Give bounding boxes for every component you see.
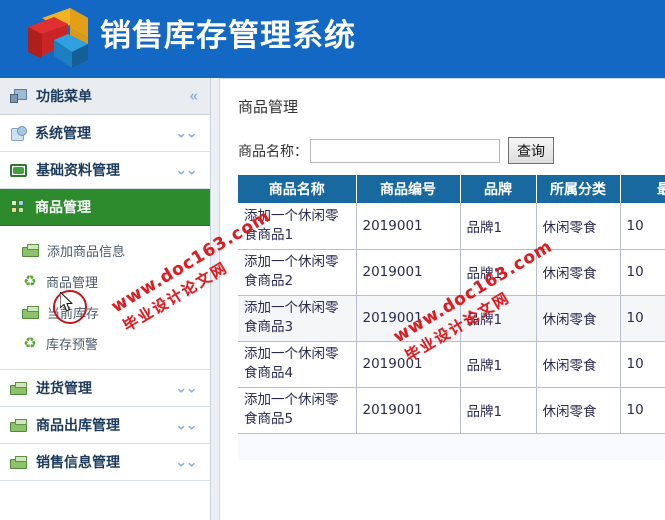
sidebar-item-label: 功能菜单 (36, 89, 92, 105)
chevron-down-icon[interactable]: ⌄⌄ (175, 418, 198, 433)
sidebar-item-purchase-management[interactable]: 进货管理 ⌄⌄ (0, 370, 210, 407)
cell-product-name: 添加一个休闲零食商品2 (238, 249, 357, 296)
table-row[interactable]: 添加一个休闲零食商品2 2019001 品牌1 休闲零食 10 (238, 249, 665, 296)
sidebar-item-label: 基础资料管理 (36, 163, 120, 179)
cell-product-code: 2019001 (356, 295, 461, 342)
sidebar-subitem-add-product[interactable]: 添加商品信息 (0, 235, 210, 266)
monitor-icon (10, 88, 27, 104)
chevron-down-icon[interactable]: ⌄⌄ (175, 163, 198, 178)
cell-product-name: 添加一个休闲零食商品5 (238, 387, 357, 434)
cell-product-category: 休闲零食 (536, 387, 621, 434)
cell-product-code: 2019001 (356, 203, 461, 250)
workspace: 功能菜单 « 系统管理 ⌄⌄ 基础资料管理 ⌄⌄ 商品管理 添加商品信息 ♻ 商… (0, 78, 665, 520)
sidebar-item-label: 进货管理 (36, 381, 92, 397)
cell-product-name: 添加一个休闲零食商品1 (238, 203, 357, 250)
table-row[interactable]: 添加一个休闲零食商品4 2019001 品牌1 休闲零食 10 (238, 341, 665, 388)
cell-product-brand: 品牌1 (460, 249, 537, 296)
sidebar-item-sales-info-management[interactable]: 销售信息管理 ⌄⌄ (0, 444, 210, 481)
column-header-category[interactable]: 所属分类 (536, 175, 621, 203)
cell-product-brand: 品牌1 (460, 341, 537, 388)
sidebar-item-label: 商品管理 (35, 200, 91, 216)
green-box-icon (10, 455, 27, 469)
chevron-down-icon[interactable]: ⌄⌄ (175, 455, 198, 470)
cell-product-brand: 品牌1 (460, 387, 537, 434)
cell-product-category: 休闲零食 (536, 249, 621, 296)
sidebar-subitem-stock-alert[interactable]: ♻ 库存预警 (0, 328, 210, 359)
cell-product-category: 休闲零食 (536, 295, 621, 342)
table-row[interactable]: 添加一个休闲零食商品5 2019001 品牌1 休闲零食 10 (238, 387, 665, 434)
table-footer (238, 433, 665, 460)
cell-product-extra: 10 (620, 295, 665, 342)
sidebar-item-outbound-management[interactable]: 商品出库管理 ⌄⌄ (0, 407, 210, 444)
table-header-row: 商品名称 商品编号 品牌 所属分类 最 (238, 175, 665, 203)
cell-product-category: 休闲零食 (536, 341, 621, 388)
cube-logo (28, 8, 88, 68)
cell-product-extra: 10 (620, 203, 665, 250)
cell-product-extra: 10 (620, 341, 665, 388)
sidebar: 功能菜单 « 系统管理 ⌄⌄ 基础资料管理 ⌄⌄ 商品管理 添加商品信息 ♻ 商… (0, 78, 211, 520)
cell-product-code: 2019001 (356, 249, 461, 296)
sidebar-item-label: 系统管理 (35, 126, 91, 142)
main-content-panel: 商品管理 商品名称： 查询 商品名称 商品编号 品牌 所属分类 添加一个休闲零食… (219, 78, 665, 520)
cell-product-brand: 品牌1 (460, 295, 537, 342)
sidebar-item-product-management[interactable]: 商品管理 (0, 189, 210, 226)
recycle-icon: ♻ (23, 273, 37, 290)
sidebar-item-function-menu[interactable]: 功能菜单 « (0, 78, 210, 115)
sidebar-item-system-management[interactable]: 系统管理 ⌄⌄ (0, 115, 210, 152)
column-header-brand[interactable]: 品牌 (460, 175, 537, 203)
green-bar-icon (10, 163, 27, 177)
green-box-icon (10, 418, 27, 432)
chevron-down-icon[interactable]: ⌄⌄ (175, 126, 198, 141)
page-title: 销售库存管理系统 (100, 18, 356, 54)
cylinder-icon (10, 125, 27, 141)
column-header-extra[interactable]: 最 (620, 175, 665, 203)
content-page-title: 商品管理 (238, 98, 299, 116)
cell-product-brand: 品牌1 (460, 203, 537, 250)
column-header-code[interactable]: 商品编号 (356, 175, 461, 203)
cell-product-code: 2019001 (356, 341, 461, 388)
search-label: 商品名称： (238, 143, 308, 160)
green-grid-icon (10, 199, 26, 215)
green-box-icon (22, 244, 39, 257)
table-row[interactable]: 添加一个休闲零食商品3 2019001 品牌1 休闲零食 10 (238, 295, 665, 342)
cell-product-category: 休闲零食 (536, 203, 621, 250)
product-table: 商品名称 商品编号 品牌 所属分类 最 添加一个休闲零食商品1 2019001 … (238, 175, 665, 434)
cell-product-name: 添加一个休闲零食商品3 (238, 295, 357, 342)
chevron-left-icon[interactable]: « (190, 89, 198, 104)
cell-product-extra: 10 (620, 387, 665, 434)
sidebar-subitem-label: 商品管理 (46, 276, 99, 291)
sidebar-subitem-current-stock[interactable]: 当前库存 (0, 297, 210, 328)
chevron-down-icon[interactable]: ⌄⌄ (175, 381, 198, 396)
green-box-icon (10, 381, 27, 395)
product-table-wrapper: 商品名称 商品编号 品牌 所属分类 最 添加一个休闲零食商品1 2019001 … (238, 175, 665, 460)
sidebar-subitem-label: 库存预警 (46, 338, 99, 353)
cell-product-extra: 10 (620, 249, 665, 296)
green-box-icon (22, 306, 39, 319)
sidebar-subitem-label: 添加商品信息 (47, 245, 126, 260)
search-input[interactable] (310, 138, 500, 163)
table-body: 添加一个休闲零食商品1 2019001 品牌1 休闲零食 10 添加一个休闲零食… (238, 203, 665, 434)
sidebar-submenu: 添加商品信息 ♻ 商品管理 当前库存 ♻ 库存预警 (0, 226, 210, 370)
recycle-icon: ♻ (23, 335, 37, 352)
search-bar: 商品名称： 查询 (220, 131, 665, 170)
app-header: 销售库存管理系统 (0, 0, 665, 78)
sidebar-item-label: 商品出库管理 (36, 418, 120, 434)
sidebar-item-label: 销售信息管理 (36, 455, 120, 471)
sidebar-subitem-label: 当前库存 (47, 307, 100, 322)
cell-product-name: 添加一个休闲零食商品4 (238, 341, 357, 388)
sidebar-item-basic-data-management[interactable]: 基础资料管理 ⌄⌄ (0, 152, 210, 189)
table-row[interactable]: 添加一个休闲零食商品1 2019001 品牌1 休闲零食 10 (238, 203, 665, 250)
column-header-name[interactable]: 商品名称 (238, 175, 357, 203)
search-button[interactable]: 查询 (508, 137, 554, 164)
sidebar-subitem-product-management[interactable]: ♻ 商品管理 (0, 266, 210, 297)
cell-product-code: 2019001 (356, 387, 461, 434)
